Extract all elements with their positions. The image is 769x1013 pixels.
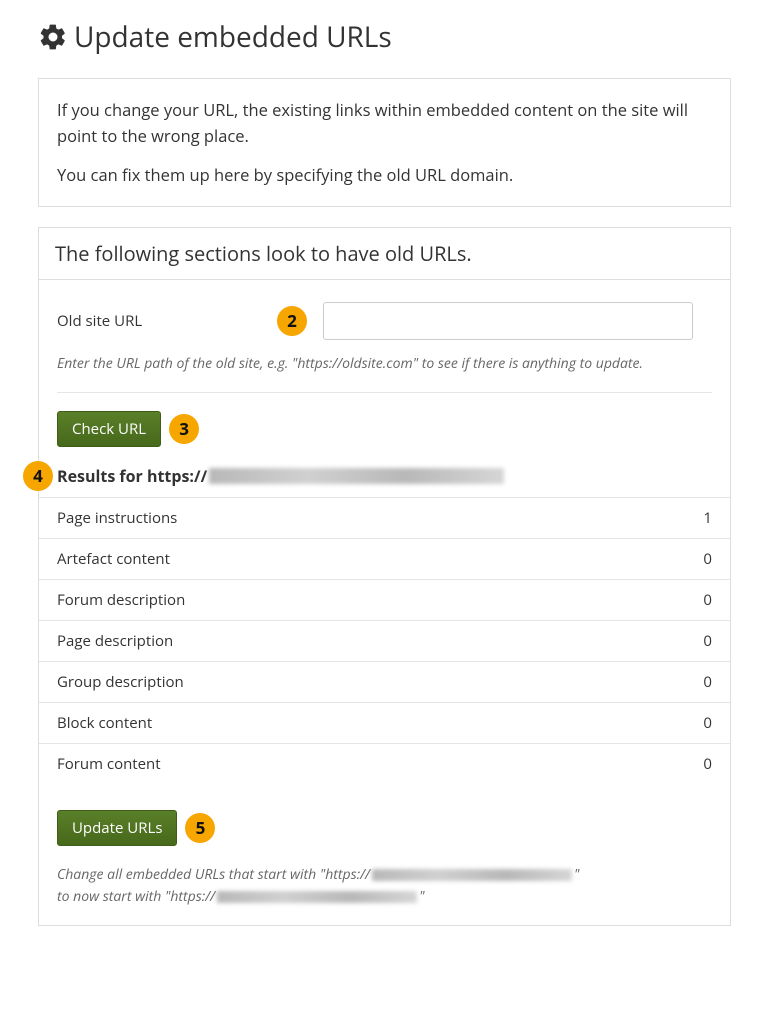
row-label: Forum description [57,590,185,610]
row-count: 1 [703,508,712,528]
table-row: Forum description 0 [39,579,730,620]
section-heading: The following sections look to have old … [39,228,730,280]
step-badge-4: 4 [23,461,53,491]
results-prefix: Results for https:// [57,465,207,487]
row-count: 0 [703,590,712,610]
row-count: 0 [703,672,712,692]
row-count: 0 [703,713,712,733]
table-row: Forum content 0 [39,743,730,784]
update-block: Update URLs 5 Change all embedded URLs t… [57,784,712,921]
row-label: Forum content [57,754,161,774]
step-badge-5: 5 [185,813,215,843]
divider [57,392,712,393]
update-hint-line1a: Change all embedded URLs that start with… [57,865,370,884]
check-url-button[interactable]: Check URL [57,411,161,447]
update-hint-line1b: " [574,865,579,884]
results-heading-row: 4 Results for https:// [39,465,730,493]
table-row: Artefact content 0 [39,538,730,579]
row-label: Group description [57,672,184,692]
old-site-url-input[interactable] [323,302,693,340]
gear-icon [38,22,68,52]
row-label: Page description [57,631,173,651]
update-url-row: Update URLs 5 [57,810,712,846]
table-row: Page instructions 1 [39,497,730,538]
page-title: Update embedded URLs [38,18,731,56]
info-box: If you change your URL, the existing lin… [38,78,731,207]
row-count: 0 [703,754,712,774]
update-hint-line2b: " [419,887,424,906]
results-table: Page instructions 1 Artefact content 0 F… [39,497,730,784]
old-urls-section: The following sections look to have old … [38,227,731,927]
results-heading: Results for https:// [39,465,504,487]
update-hint: Change all embedded URLs that start with… [57,864,712,907]
row-label: Block content [57,713,152,733]
table-row: Block content 0 [39,702,730,743]
check-url-row: Check URL 3 [57,411,712,447]
info-paragraph-1: If you change your URL, the existing lin… [57,97,712,148]
row-label: Page instructions [57,508,177,528]
table-row: Group description 0 [39,661,730,702]
old-site-url-row: Old site URL 2 [57,302,712,340]
step-badge-2: 2 [277,306,307,336]
row-label: Artefact content [57,549,170,569]
page-title-text: Update embedded URLs [74,18,392,56]
info-paragraph-2: You can fix them up here by specifying t… [57,162,712,188]
redacted-old-url [372,869,572,881]
redacted-new-url [217,891,417,903]
step-badge-3: 3 [169,414,199,444]
update-urls-button[interactable]: Update URLs [57,810,177,846]
row-count: 0 [703,549,712,569]
redacted-url [209,468,504,484]
table-row: Page description 0 [39,620,730,661]
old-site-url-hint: Enter the URL path of the old site, e.g.… [57,354,712,374]
old-site-url-label: Old site URL [57,311,277,331]
row-count: 0 [703,631,712,651]
update-hint-line2a: to now start with "https:// [57,887,215,906]
